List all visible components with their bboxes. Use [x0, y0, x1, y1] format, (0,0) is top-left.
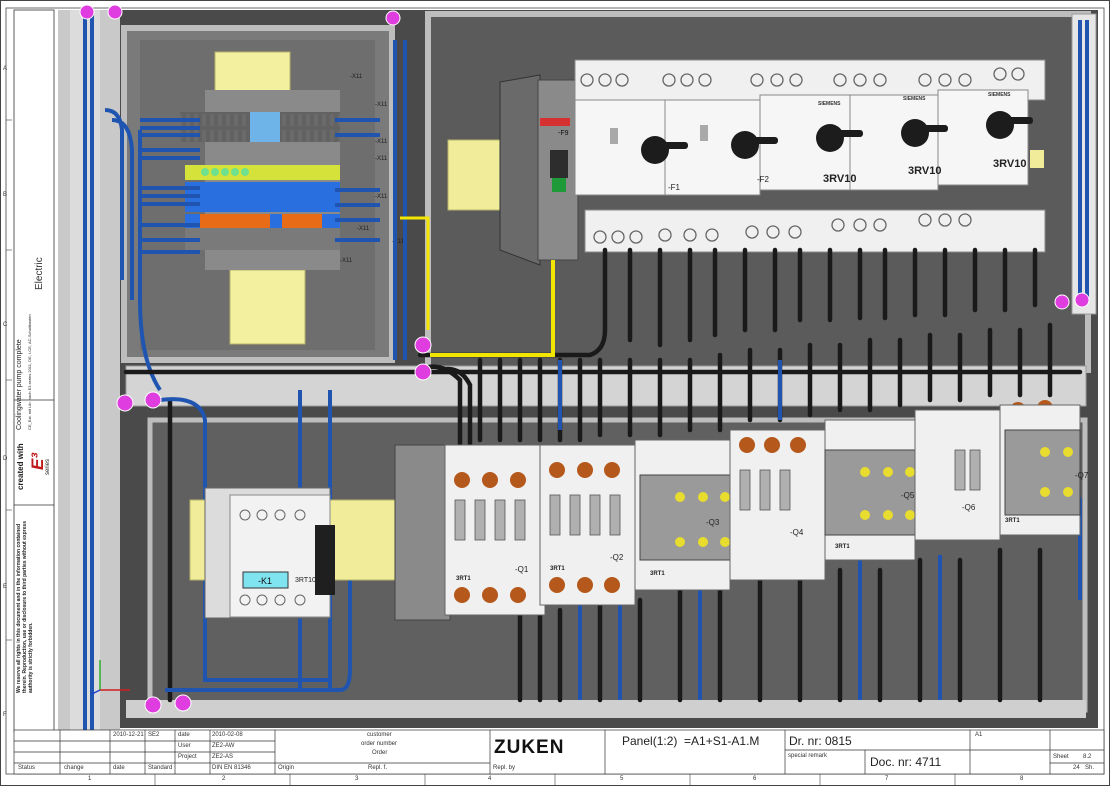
- contactor-model: 3RT1: [835, 544, 850, 550]
- grid-col: 3: [355, 776, 359, 782]
- tb-name-1: SE2: [148, 732, 160, 738]
- terminal-label: -X11: [350, 74, 363, 80]
- tb-date-label: date: [178, 732, 190, 738]
- grid-row: A: [3, 66, 8, 72]
- brand-electric: Electric: [34, 257, 45, 290]
- grid-row: B: [3, 192, 8, 198]
- product-subtitle: CE_Ext. mit Lib. nach E3.series 2011, DE…: [27, 314, 32, 430]
- tb-standard-label: Standard: [148, 765, 173, 771]
- zuken-logo: ZUKEN: [494, 737, 565, 758]
- grid-col: 4: [488, 776, 492, 782]
- breaker-label: -F9: [558, 130, 569, 137]
- brand-label: SIEMENS: [903, 96, 926, 102]
- copyright-notice: We reserve all rights in this document a…: [16, 521, 34, 693]
- contactor-label-q7: -Q7: [1075, 471, 1089, 480]
- grid-col: 6: [753, 776, 757, 782]
- contactor-label-q1: -Q1: [515, 565, 529, 574]
- tb-repl-by-label: Repl. by: [493, 765, 516, 771]
- terminal-label: -X11: [375, 139, 388, 145]
- tb-project-label: Project: [178, 754, 197, 760]
- circuit-breaker-f9: -F9: [499, 74, 579, 266]
- contactor-model: 3RT1: [650, 571, 665, 577]
- tb-order-number: order number: [361, 741, 398, 747]
- created-with-label: created with: [16, 443, 25, 490]
- tb-date-1: 2010-12-21: [113, 732, 144, 738]
- grid-col: 1: [88, 776, 92, 782]
- model-label: 3RV10: [823, 173, 856, 185]
- motor-protection-row: -F1 -F2 SIEMENS SIEMENS SIEMENS 3RV10 3R…: [574, 59, 1046, 253]
- switch-label-f2: -F2: [757, 175, 770, 184]
- terminal-label: -X11: [340, 258, 353, 264]
- grid-row: D: [3, 456, 8, 462]
- grid-row: C: [3, 322, 8, 328]
- grid-col: 5: [620, 776, 624, 782]
- tb-standard: DIN EN 81346: [212, 765, 251, 771]
- grid-col: 2: [222, 776, 226, 782]
- tb-repl-label: Repl. f.: [368, 765, 388, 771]
- grid-row: E: [3, 584, 8, 590]
- terminal-label: -X11: [375, 194, 388, 200]
- tb-date-2: 2010-02-08: [212, 732, 243, 738]
- drawing-title: Panel(1:2) =A1+S1-A1.M: [622, 734, 760, 748]
- contactor-model: 3RT1: [456, 576, 471, 582]
- contactor-label-q4: -Q4: [790, 528, 804, 537]
- tb-sheet-value: 8.2: [1083, 754, 1092, 760]
- tb-project: ZE2-AS: [212, 754, 234, 760]
- contactor-label-q2: -Q2: [610, 553, 624, 562]
- terminal-label: -X11: [357, 226, 370, 232]
- grid-col: 7: [885, 776, 889, 782]
- drawing-number: Dr. nr: 0815: [789, 734, 852, 748]
- tb-customer: customer: [367, 732, 392, 738]
- brand-label: SIEMENS: [988, 92, 1011, 98]
- contactor-label-q6: -Q6: [962, 503, 976, 512]
- tb-user: ZE2-AW: [212, 743, 235, 749]
- model-label: 3RV10: [908, 165, 941, 177]
- contactor-model: 3RT1: [550, 566, 565, 572]
- tb-sheet-label: Sheet: [1053, 754, 1069, 760]
- terminal-label: -X11: [375, 102, 388, 108]
- grid-col: 8: [1020, 776, 1024, 782]
- tb-special-remark: special remark: [788, 753, 828, 759]
- contactor-label-q3: -Q3: [706, 518, 720, 527]
- model-label: 3RV10: [993, 158, 1026, 170]
- tb-sheet-ref: A1: [975, 732, 983, 738]
- tb-change-label: change: [64, 765, 84, 771]
- tb-sheets-total: 24: [1073, 765, 1080, 771]
- switch-label-f1: -F1: [668, 183, 681, 192]
- tb-user-label: User: [178, 743, 191, 749]
- grid-row: F: [3, 712, 7, 718]
- contactor-label-q5: -Q5: [901, 491, 915, 500]
- tb-datecol-label: date: [113, 765, 125, 771]
- contactor-model: 3RT1: [1005, 518, 1020, 524]
- tb-order: Order: [372, 750, 388, 756]
- document-number: Doc. nr: 4711: [870, 755, 942, 769]
- brand-label: SIEMENS: [818, 101, 841, 107]
- terminal-label: -X11: [375, 156, 388, 162]
- tb-status-label: Status: [18, 765, 36, 771]
- contactor-label-k1: -K1: [258, 576, 272, 586]
- e3-series-text: series: [45, 458, 51, 475]
- product-title: Coolingwater pump complete: [16, 339, 23, 430]
- panel-layout-drawing: -X11 -X11 -X11 -X11 -X11 -X11 -X11 -X11 …: [0, 0, 1110, 786]
- tb-sheets-abbr: Sh.: [1085, 765, 1095, 771]
- contactor-model-k1: 3RT10: [295, 577, 316, 584]
- tb-origin-label: Origin: [278, 765, 295, 771]
- contactor-k1: -K1 3RT10: [204, 487, 335, 619]
